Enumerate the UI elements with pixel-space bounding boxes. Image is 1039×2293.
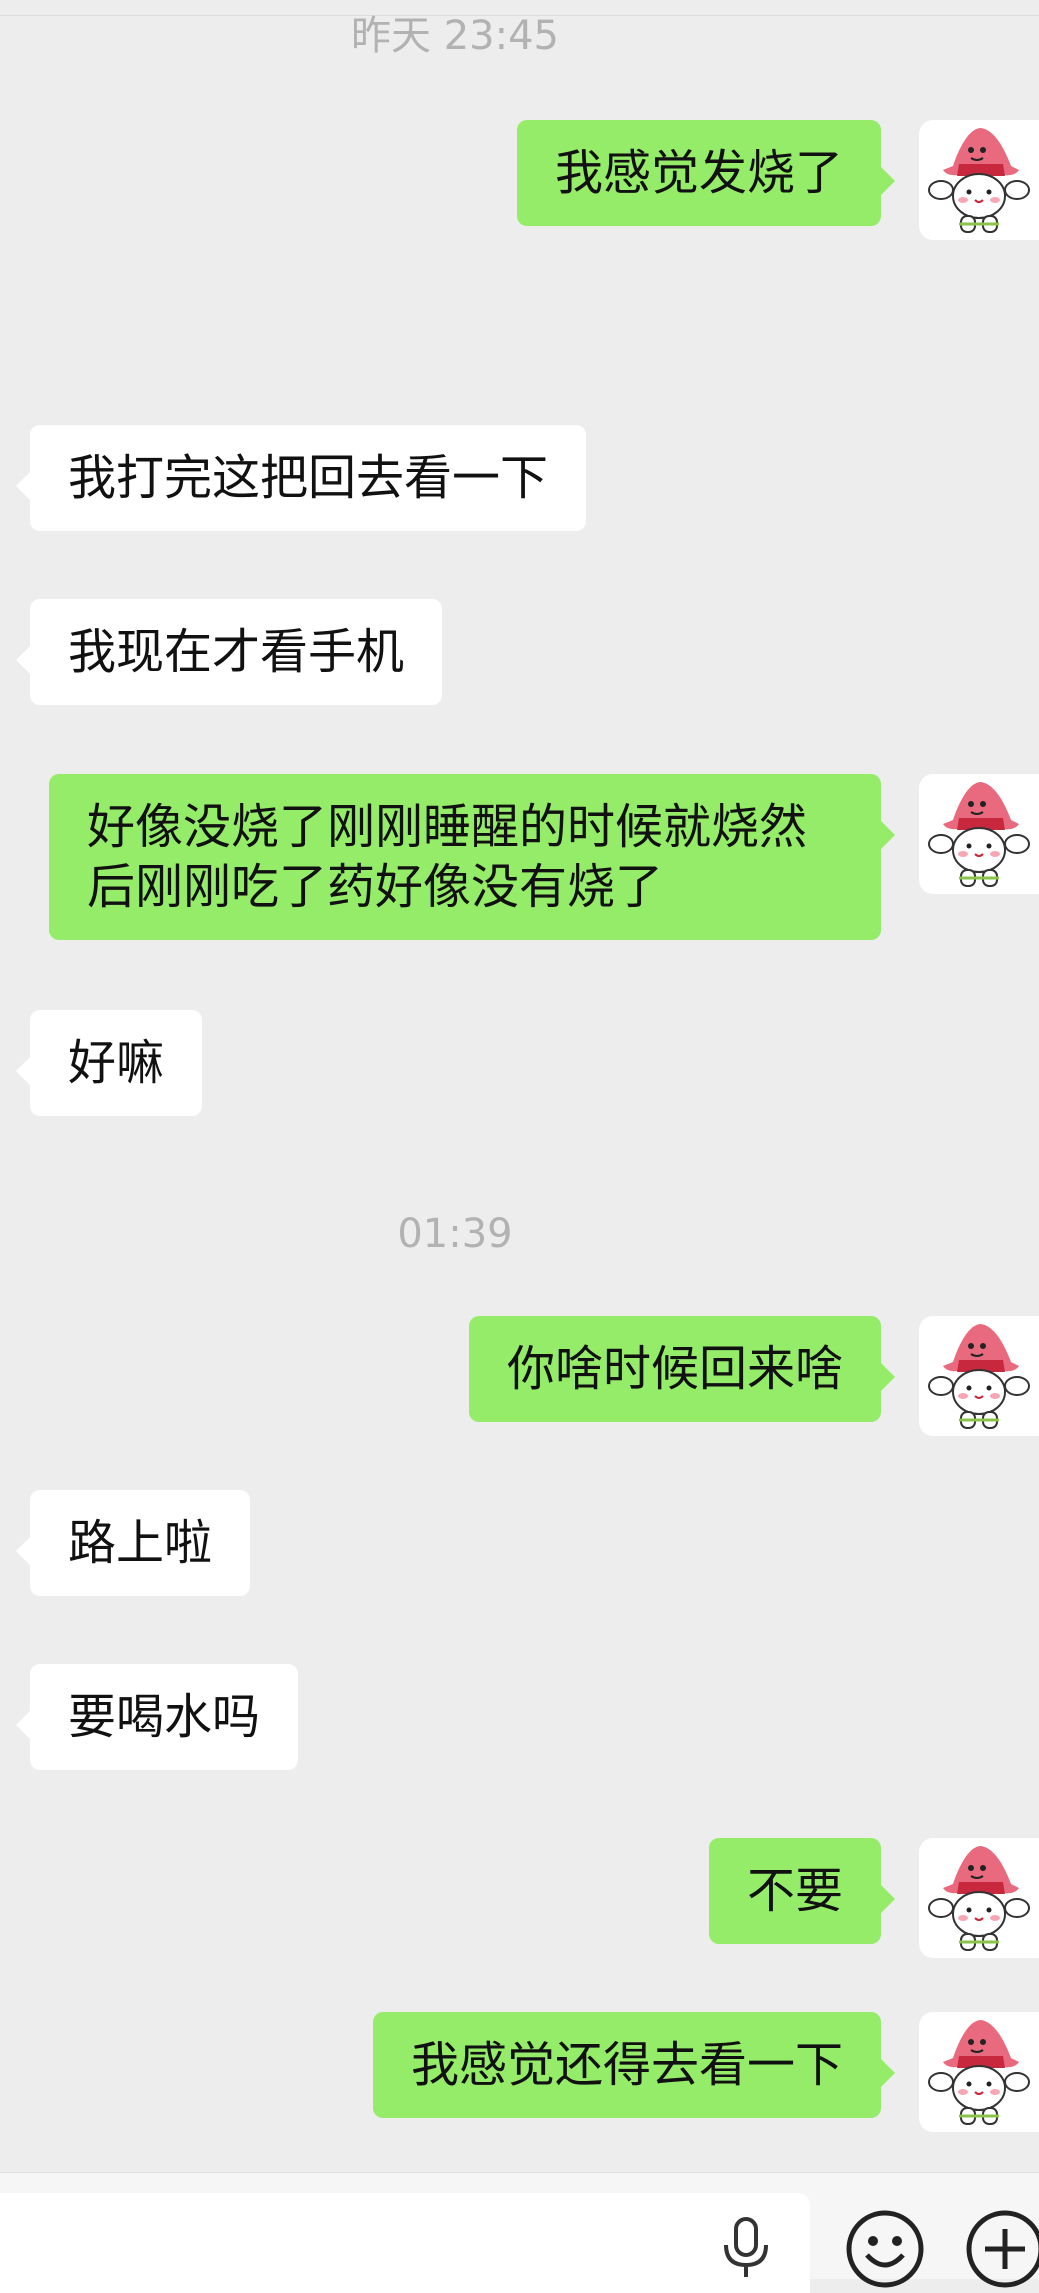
patrick-star-avatar-icon[interactable] (919, 2012, 1039, 2132)
emoji-icon[interactable] (845, 2209, 925, 2289)
patrick-star-avatar-icon[interactable] (919, 774, 1039, 894)
sent-message-bubble[interactable]: 好像没烧了刚刚睡醒的时候就烧然后刚刚吃了药好像没有烧了 (49, 774, 895, 940)
timestamp: 01:39 (397, 1211, 513, 1257)
patrick-star-avatar-icon[interactable] (919, 120, 1039, 240)
received-message-bubble[interactable]: 我现在才看手机 (15, 599, 443, 705)
sent-message-bubble[interactable]: 不要 (708, 1838, 896, 1944)
plus-icon[interactable] (965, 2209, 1039, 2289)
patrick-star-avatar-icon[interactable] (919, 1316, 1039, 1436)
received-message-bubble[interactable]: 路上啦 (15, 1490, 251, 1596)
received-message-bubble[interactable]: 要喝水吗 (15, 1664, 299, 1770)
received-message-bubble[interactable]: 好嘛 (15, 1010, 203, 1116)
microphone-icon[interactable] (720, 2217, 772, 2279)
received-message-bubble[interactable]: 我打完这把回去看一下 (15, 425, 587, 531)
sent-message-bubble[interactable]: 我感觉发烧了 (516, 120, 896, 226)
patrick-star-avatar-icon[interactable] (919, 1838, 1039, 1958)
input-bar (0, 2172, 1039, 2293)
message-input[interactable] (0, 2193, 810, 2293)
sent-message-bubble[interactable]: 我感觉还得去看一下 (372, 2012, 896, 2118)
timestamp: 昨天 23:45 (351, 13, 559, 59)
sent-message-bubble[interactable]: 你啥时候回来啥 (468, 1316, 896, 1422)
